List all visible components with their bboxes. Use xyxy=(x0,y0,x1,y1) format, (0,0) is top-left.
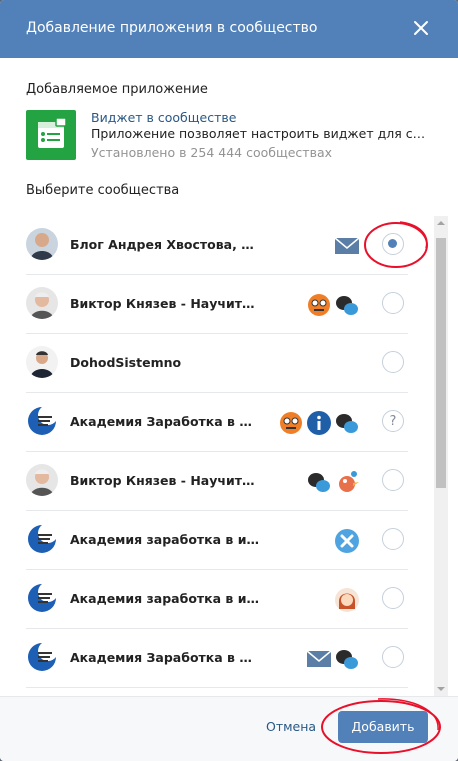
select-radio[interactable] xyxy=(382,351,404,373)
community-row[interactable]: Блог Андрея Хвостова, заработок в интерн… xyxy=(26,216,408,275)
avatar xyxy=(26,346,58,378)
community-row[interactable]: Виктор Князев - Научитесь зарабатывать xyxy=(26,275,408,334)
community-name: Блог Андрея Хвостова, заработок в интерн… xyxy=(70,237,260,252)
community-name: Виктор Князев - Научитесь зарабатывать xyxy=(70,473,260,488)
info-icon xyxy=(307,411,331,435)
dialog-header: Добавление приложения в сообщество xyxy=(0,0,458,58)
dialog-title: Добавление приложения в сообщество xyxy=(26,20,318,36)
select-radio[interactable] xyxy=(382,587,404,609)
select-radio[interactable] xyxy=(382,292,404,314)
close-badge-icon xyxy=(335,529,359,553)
community-name: Академия заработка в интернете xyxy=(70,532,260,547)
robot-app-icon xyxy=(308,294,330,316)
community-row[interactable]: Виктор Князев - Научитесь зарабатывать xyxy=(26,452,408,511)
dialog-footer: Отмена Добавить xyxy=(0,696,458,761)
avatar xyxy=(26,228,58,260)
avatar xyxy=(26,405,58,437)
app-description: Приложение позволяет настроить виджет дл… xyxy=(91,126,431,141)
app-name-link[interactable]: Виджет в сообществе xyxy=(91,110,236,125)
help-question-icon[interactable]: ? xyxy=(382,410,404,432)
chat-bubbles-icon xyxy=(336,414,358,433)
envelope-icon xyxy=(306,650,332,667)
list-scrollbar[interactable] xyxy=(434,216,448,696)
avatar xyxy=(26,523,58,555)
close-icon[interactable] xyxy=(412,19,430,37)
installed-widgets xyxy=(306,467,360,497)
robot-app-icon xyxy=(280,412,302,434)
community-row[interactable]: Академия Заработка в Интернете xyxy=(26,629,408,688)
add-button[interactable]: Добавить xyxy=(338,711,428,743)
installed-widgets xyxy=(306,644,360,674)
community-name: Виктор Князев - Научитесь зарабатывать xyxy=(70,296,260,311)
app-section-label: Добавляемое приложение xyxy=(26,82,208,97)
select-radio[interactable] xyxy=(382,528,404,550)
scroll-down-arrow-icon[interactable] xyxy=(437,687,445,691)
installed-widgets xyxy=(334,585,360,615)
chat-bubbles-icon xyxy=(336,296,358,315)
select-radio[interactable] xyxy=(382,233,404,255)
app-installs-count: Установлено в 254 444 сообществах xyxy=(91,145,333,160)
community-name: DohodSistemno xyxy=(70,355,182,370)
installed-widgets xyxy=(306,290,360,320)
avatar xyxy=(26,464,58,496)
chat-bubbles-icon xyxy=(308,473,330,492)
installed-widgets xyxy=(334,526,360,556)
community-row[interactable]: Академия заработка в интернете xyxy=(26,570,408,629)
scroll-up-arrow-icon[interactable] xyxy=(437,221,445,225)
community-list[interactable]: Блог Андрея Хвостова, заработок в интерн… xyxy=(0,216,434,696)
community-name: Академия Заработка в Интернете xyxy=(70,414,260,429)
widget-icon xyxy=(26,110,76,160)
bird-app-icon xyxy=(339,471,359,492)
installed-widgets xyxy=(278,408,360,438)
community-row[interactable]: Академия заработка в интернете xyxy=(26,511,408,570)
community-row[interactable]: Академия Заработка в Интернете? xyxy=(26,393,408,452)
select-radio[interactable] xyxy=(382,646,404,668)
scrollbar-thumb[interactable] xyxy=(436,238,446,488)
communities-section-label: Выберите сообщества xyxy=(26,183,180,198)
installed-widgets xyxy=(334,231,360,261)
community-name: Академия заработка в интернете xyxy=(70,591,260,606)
chat-bubbles-icon xyxy=(336,650,358,669)
girl-avatar-icon xyxy=(335,588,359,612)
avatar xyxy=(26,641,58,673)
select-radio[interactable] xyxy=(382,469,404,491)
add-app-dialog: Добавление приложения в сообщество Добав… xyxy=(0,0,458,761)
avatar xyxy=(26,582,58,614)
community-row[interactable]: DohodSistemno xyxy=(26,334,408,393)
avatar xyxy=(26,287,58,319)
cancel-button[interactable]: Отмена xyxy=(266,719,316,734)
envelope-icon xyxy=(334,237,360,254)
community-name: Академия Заработка в Интернете xyxy=(70,650,260,665)
